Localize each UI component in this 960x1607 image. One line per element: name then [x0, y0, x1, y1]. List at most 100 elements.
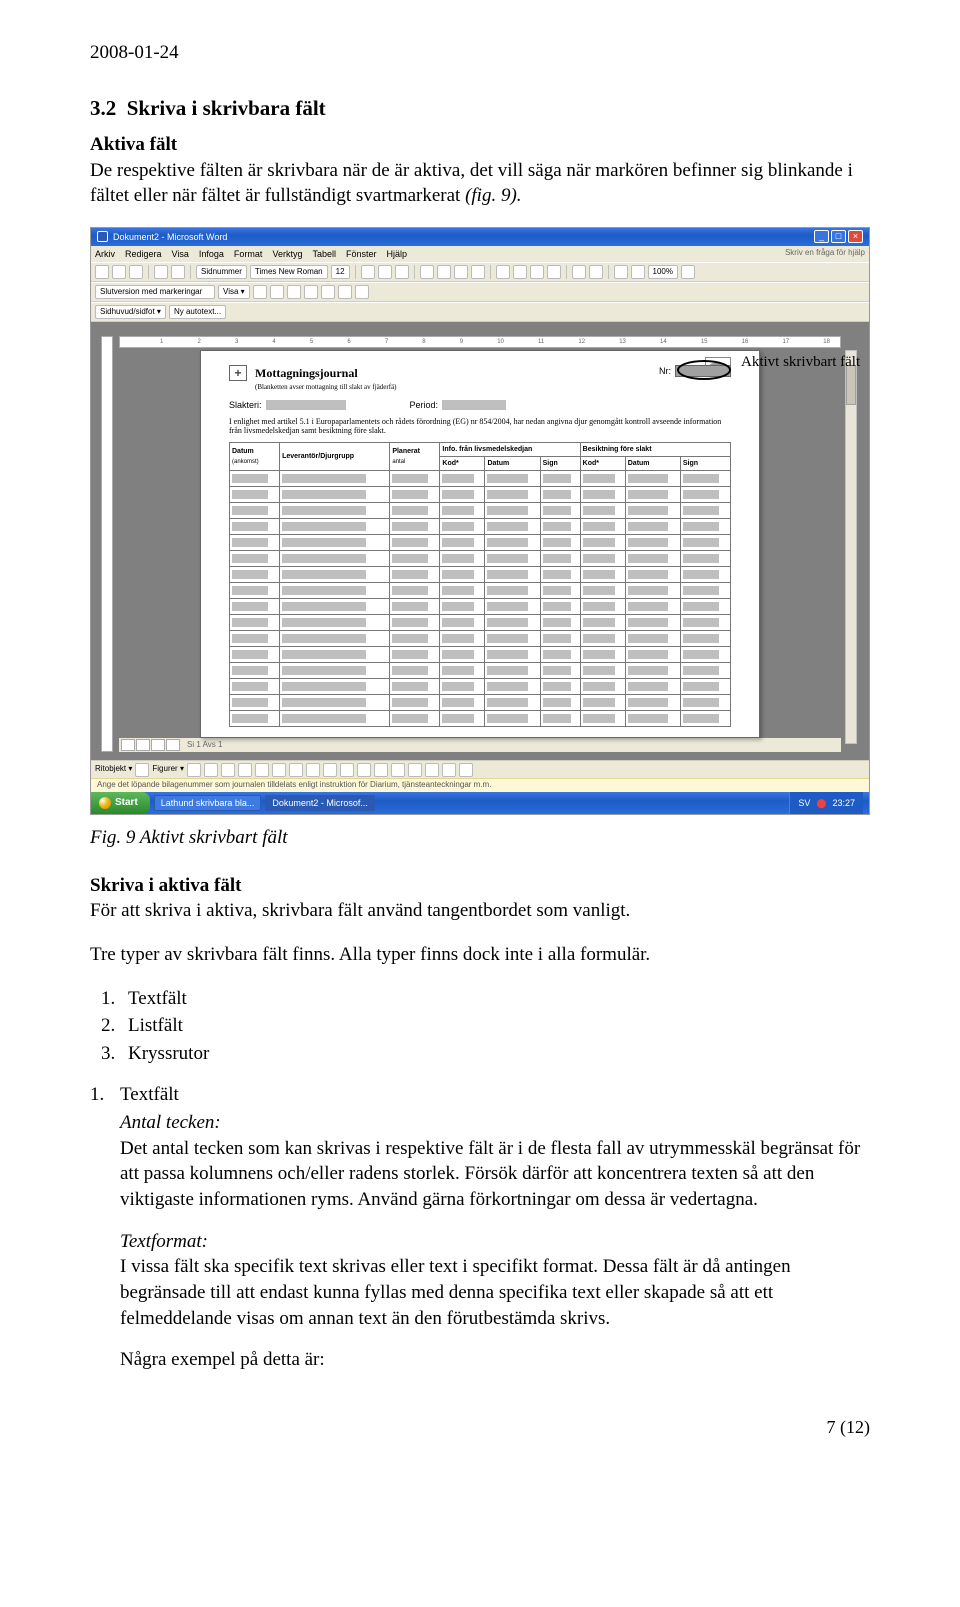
table-cell[interactable] — [680, 647, 730, 663]
table-cell[interactable] — [485, 487, 540, 503]
table-cell[interactable] — [485, 519, 540, 535]
table-cell[interactable] — [280, 567, 390, 583]
table-cell[interactable] — [540, 503, 580, 519]
tb-underline-icon[interactable] — [395, 265, 409, 279]
tb-word-icon[interactable] — [631, 265, 645, 279]
table-cell[interactable] — [540, 695, 580, 711]
tray-clock[interactable]: 23:27 — [832, 797, 855, 809]
tb-comment-icon[interactable] — [321, 285, 335, 299]
table-cell[interactable] — [540, 471, 580, 487]
table-cell[interactable] — [680, 535, 730, 551]
table-cell[interactable] — [580, 711, 625, 727]
table-cell[interactable] — [625, 711, 680, 727]
wordart-icon[interactable] — [272, 763, 286, 777]
table-cell[interactable] — [440, 503, 485, 519]
table-cell[interactable] — [485, 631, 540, 647]
minimize-button[interactable]: _ — [814, 230, 829, 243]
menu-format[interactable]: Format — [234, 248, 263, 260]
table-cell[interactable] — [580, 519, 625, 535]
table-cell[interactable] — [540, 583, 580, 599]
table-cell[interactable] — [280, 599, 390, 615]
table-cell[interactable] — [625, 679, 680, 695]
view-outline-icon[interactable] — [166, 739, 180, 751]
table-cell[interactable] — [280, 663, 390, 679]
table-cell[interactable] — [390, 647, 440, 663]
table-cell[interactable] — [230, 679, 280, 695]
draw-menu[interactable]: Ritobjekt ▾ — [95, 764, 132, 775]
table-cell[interactable] — [440, 535, 485, 551]
table-cell[interactable] — [390, 471, 440, 487]
table-cell[interactable] — [390, 695, 440, 711]
fontsize-dropdown[interactable]: 12 — [331, 265, 350, 279]
table-cell[interactable] — [540, 567, 580, 583]
tb-save-icon[interactable] — [129, 265, 143, 279]
table-cell[interactable] — [230, 503, 280, 519]
table-cell[interactable] — [230, 631, 280, 647]
table-cell[interactable] — [625, 631, 680, 647]
table-cell[interactable] — [540, 631, 580, 647]
view-normal-icon[interactable] — [121, 739, 135, 751]
tb-balloons-icon[interactable] — [355, 285, 369, 299]
table-cell[interactable] — [440, 471, 485, 487]
taskbar-item-2[interactable]: Dokument2 - Microsof... — [265, 795, 375, 811]
tb-prev-change-icon[interactable] — [253, 285, 267, 299]
tb-preview-icon[interactable] — [171, 265, 185, 279]
menu-redigera[interactable]: Redigera — [125, 248, 162, 260]
table-cell[interactable] — [540, 615, 580, 631]
shapes-menu[interactable]: Figurer ▾ — [152, 764, 184, 775]
table-cell[interactable] — [580, 631, 625, 647]
table-cell[interactable] — [390, 631, 440, 647]
menu-hjalp[interactable]: Hjälp — [386, 248, 407, 260]
view-print-icon[interactable] — [151, 739, 165, 751]
table-cell[interactable] — [390, 503, 440, 519]
table-cell[interactable] — [680, 519, 730, 535]
table-cell[interactable] — [540, 679, 580, 695]
table-cell[interactable] — [440, 487, 485, 503]
table-cell[interactable] — [680, 679, 730, 695]
table-cell[interactable] — [680, 471, 730, 487]
tb-outdent-icon[interactable] — [530, 265, 544, 279]
table-cell[interactable] — [230, 583, 280, 599]
tb-new-icon[interactable] — [95, 265, 109, 279]
menu-tabell[interactable]: Tabell — [312, 248, 336, 260]
markup-dropdown[interactable]: Slutversion med markeringar — [95, 285, 215, 299]
table-cell[interactable] — [280, 615, 390, 631]
tray-shield-icon[interactable]: ⬤ — [816, 797, 826, 809]
table-cell[interactable] — [485, 711, 540, 727]
rect-icon[interactable] — [221, 763, 235, 777]
table-cell[interactable] — [680, 567, 730, 583]
period-field[interactable] — [442, 400, 506, 410]
table-cell[interactable] — [580, 647, 625, 663]
clipart-icon[interactable] — [306, 763, 320, 777]
table-cell[interactable] — [580, 615, 625, 631]
table-cell[interactable] — [625, 615, 680, 631]
table-cell[interactable] — [485, 647, 540, 663]
table-cell[interactable] — [280, 535, 390, 551]
table-cell[interactable] — [540, 519, 580, 535]
table-cell[interactable] — [485, 471, 540, 487]
table-cell[interactable] — [485, 583, 540, 599]
table-cell[interactable] — [680, 583, 730, 599]
table-cell[interactable] — [280, 679, 390, 695]
tray-lang[interactable]: SV — [798, 797, 810, 809]
table-cell[interactable] — [230, 615, 280, 631]
table-cell[interactable] — [485, 663, 540, 679]
table-cell[interactable] — [485, 695, 540, 711]
threed-icon[interactable] — [459, 763, 473, 777]
table-cell[interactable] — [625, 503, 680, 519]
table-cell[interactable] — [540, 663, 580, 679]
maximize-button[interactable]: □ — [831, 230, 846, 243]
table-cell[interactable] — [540, 487, 580, 503]
table-cell[interactable] — [625, 519, 680, 535]
table-cell[interactable] — [390, 663, 440, 679]
table-cell[interactable] — [390, 519, 440, 535]
table-cell[interactable] — [390, 615, 440, 631]
oval-icon[interactable] — [238, 763, 252, 777]
table-cell[interactable] — [680, 615, 730, 631]
table-cell[interactable] — [680, 695, 730, 711]
table-cell[interactable] — [580, 535, 625, 551]
table-cell[interactable] — [230, 471, 280, 487]
font-dropdown[interactable]: Times New Roman — [250, 265, 328, 279]
vertical-ruler[interactable] — [101, 336, 113, 752]
select-icon[interactable] — [135, 763, 149, 777]
